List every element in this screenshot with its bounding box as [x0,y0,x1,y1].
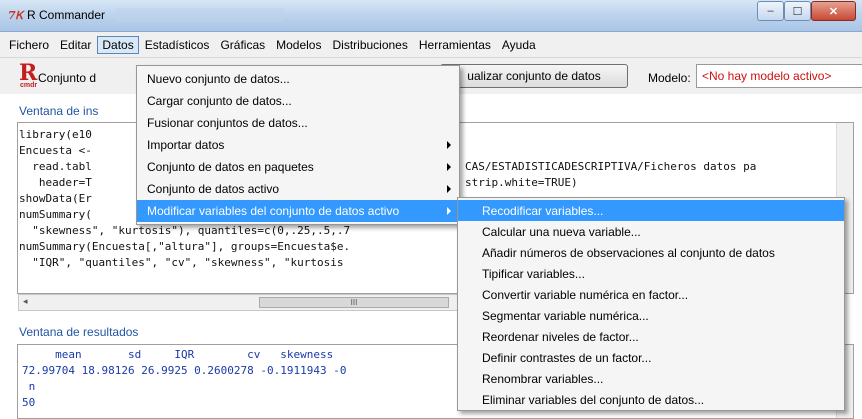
script-line: header=T [19,176,92,189]
menu-bar: Fichero Editar Datos Estadísticos Gráfic… [0,32,862,58]
menu-item-definir-contrastes[interactable]: Definir contrastes de un factor... [458,347,844,368]
submenu-arrow-icon [447,141,451,149]
menu-item-segmentar[interactable]: Segmentar variable numérica... [458,305,844,326]
script-line: numSummary( [19,208,92,221]
close-icon: ✕ [828,5,839,18]
menu-fichero[interactable]: Fichero [4,36,54,54]
menu-distribuciones[interactable]: Distribuciones [327,36,412,54]
close-button[interactable]: ✕ [811,1,856,21]
output-line: 50 [22,396,36,409]
menu-item-cargar-conjunto[interactable]: Cargar conjunto de datos... [137,90,459,112]
menu-modelos[interactable]: Modelos [271,36,326,54]
script-line: "IQR", "quantiles", "cv", "skewness", "k… [19,256,344,269]
menu-item-nuevo-conjunto[interactable]: Nuevo conjunto de datos... [137,68,459,90]
menu-item-label: Modificar variables del conjunto de dato… [147,204,400,218]
menu-item-modificar-variables[interactable]: Modificar variables del conjunto de dato… [137,200,459,222]
dataset-button-label[interactable]: Conjunto d [38,71,96,85]
output-window-label: Ventana de resultados [19,325,139,339]
menu-estadisticos[interactable]: Estadísticos [140,36,215,54]
submenu-arrow-icon [447,163,451,171]
model-label: Modelo: [648,71,691,85]
menu-item-label: Conjunto de datos en paquetes [147,160,314,174]
menu-item-recodificar[interactable]: Recodificar variables... [458,200,844,221]
output-line: 72.99704 18.98126 26.9925 0.2600278 -0.1… [22,364,347,377]
menu-item-fusionar-conjuntos[interactable]: Fusionar conjuntos de datos... [137,112,459,134]
menu-editar[interactable]: Editar [55,36,96,54]
title-bar: 7Ꮶ R Commander ‒ ☐ ✕ [0,0,862,32]
r-commander-app-icon: 7Ꮶ [8,9,24,22]
minimize-button[interactable]: ‒ [757,1,784,21]
model-selector[interactable]: <No hay modelo activo> [696,64,862,88]
menu-datos[interactable]: Datos [97,35,139,54]
rcmdr-logo: R [19,60,38,86]
menu-item-anadir-numeros[interactable]: Añadir números de observaciones al conju… [458,242,844,263]
script-line: library(e10 [19,128,92,141]
menu-item-calcular-variable[interactable]: Calcular una nueva variable... [458,221,844,242]
menu-item-tipificar[interactable]: Tipificar variables... [458,263,844,284]
script-line: "skewness", "kurtosis"), quantiles=c(0,.… [19,224,351,237]
scroll-left-icon[interactable]: ◂ [23,296,28,307]
window-controls: ‒ ☐ ✕ [757,1,856,21]
scroll-thumb[interactable]: III [259,297,449,308]
menu-item-convertir-factor[interactable]: Convertir variable numérica en factor... [458,284,844,305]
script-line: numSummary(Encuesta[,"altura"], groups=E… [19,240,351,253]
menu-item-label: Cargar conjunto de datos... [147,94,292,108]
datos-menu: Nuevo conjunto de datos... Cargar conjun… [136,65,460,225]
menu-item-conjunto-activo[interactable]: Conjunto de datos activo [137,178,459,200]
menu-item-label: Importar datos [147,138,225,152]
menu-item-eliminar-variables[interactable]: Eliminar variables del conjunto de datos… [458,389,844,410]
menu-item-reordenar-niveles[interactable]: Reordenar niveles de factor... [458,326,844,347]
modificar-variables-submenu: Recodificar variables... Calcular una nu… [457,197,845,411]
maximize-icon: ☐ [792,5,803,18]
output-line: n [22,380,36,393]
menu-item-conjunto-paquetes[interactable]: Conjunto de datos en paquetes [137,156,459,178]
menu-item-label: Nuevo conjunto de datos... [147,72,290,86]
view-dataset-button[interactable]: ualizar conjunto de datos [440,64,628,88]
window-title: R Commander [27,8,106,22]
view-dataset-label: ualizar conjunto de datos [467,69,601,83]
minimize-icon: ‒ [767,5,774,17]
menu-item-importar-datos[interactable]: Importar datos [137,134,459,156]
script-horizontal-scrollbar[interactable]: ◂ III [18,294,465,311]
script-line: read.tabl [19,160,92,173]
maximize-button[interactable]: ☐ [784,1,811,21]
script-window-label: Ventana de ins [19,104,99,118]
script-line-fragment: CAS/ESTADISTICADESCRIPTIVA/Ficheros dato… [465,160,757,173]
title-ghost-text [115,8,285,22]
rcmdr-logo-sub: cmdr [20,82,38,89]
menu-item-renombrar[interactable]: Renombrar variables... [458,368,844,389]
script-line: Encuesta <- [19,144,92,157]
menu-herramientas[interactable]: Herramientas [414,36,496,54]
submenu-arrow-icon [447,185,451,193]
output-line: mean sd IQR cv skewness [22,348,334,361]
submenu-arrow-icon [447,207,451,215]
menu-item-label: Fusionar conjuntos de datos... [147,116,308,130]
menu-item-label: Conjunto de datos activo [147,182,280,196]
menu-graficas[interactable]: Gráficas [215,36,270,54]
script-line-fragment: strip.white=TRUE) [465,176,578,189]
script-line: showData(Er [19,192,92,205]
menu-ayuda[interactable]: Ayuda [497,36,541,54]
